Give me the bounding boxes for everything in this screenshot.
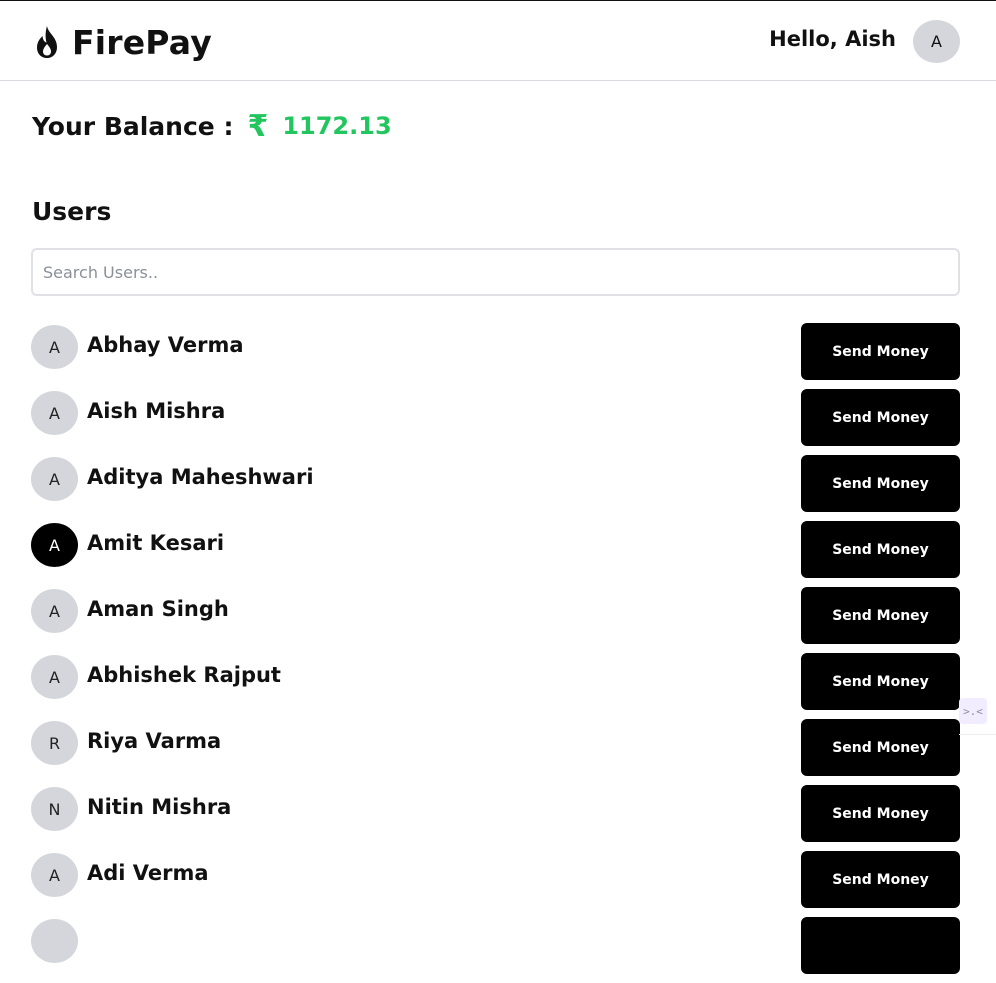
send-money-button[interactable]: Send Money <box>801 587 960 644</box>
user-row-avatar: A <box>31 523 78 567</box>
user-row: R Riya Varma Send Money <box>0 719 996 785</box>
side-divider <box>959 734 996 735</box>
extension-icon[interactable]: >.< <box>959 698 987 724</box>
user-row-avatar: A <box>31 391 78 435</box>
user-row-name: Adi Verma <box>87 861 209 885</box>
user-row <box>0 917 996 983</box>
user-row-name: Amit Kesari <box>87 531 225 555</box>
user-row: A Aish Mishra Send Money <box>0 389 996 455</box>
send-money-button[interactable]: Send Money <box>801 653 960 710</box>
user-row: A Adi Verma Send Money <box>0 851 996 917</box>
send-money-button[interactable]: Send Money <box>801 521 960 578</box>
user-list: A Abhay Verma Send Money A Aish Mishra S… <box>0 1 996 974</box>
user-row-name: Aman Singh <box>87 597 229 621</box>
user-row-name: Abhay Verma <box>87 333 244 357</box>
send-money-button[interactable]: Send Money <box>801 455 960 512</box>
user-row-name: Nitin Mishra <box>87 795 232 819</box>
user-row-name: Aditya Maheshwari <box>87 465 314 489</box>
user-row-avatar: A <box>31 589 78 633</box>
send-money-button[interactable]: Send Money <box>801 389 960 446</box>
send-money-button[interactable] <box>801 917 960 974</box>
user-row-avatar: R <box>31 721 78 765</box>
user-row-avatar: A <box>31 457 78 501</box>
send-money-button[interactable]: Send Money <box>801 851 960 908</box>
user-row: A Abhishek Rajput Send Money <box>0 653 996 719</box>
user-row: A Aman Singh Send Money <box>0 587 996 653</box>
user-row-avatar: A <box>31 655 78 699</box>
user-row-name: Riya Varma <box>87 729 222 753</box>
user-row-name: Abhishek Rajput <box>87 663 281 687</box>
user-row: N Nitin Mishra Send Money <box>0 785 996 851</box>
user-row-avatar: A <box>31 325 78 369</box>
user-row: A Abhay Verma Send Money <box>0 323 996 389</box>
user-row-avatar: A <box>31 853 78 897</box>
send-money-button[interactable]: Send Money <box>801 323 960 380</box>
send-money-button[interactable]: Send Money <box>801 785 960 842</box>
user-row: A Amit Kesari Send Money <box>0 521 996 587</box>
user-row: A Aditya Maheshwari Send Money <box>0 455 996 521</box>
send-money-button[interactable]: Send Money <box>801 719 960 776</box>
user-row-avatar: N <box>31 787 78 831</box>
user-row-avatar <box>31 919 78 963</box>
user-row-name: Aish Mishra <box>87 399 226 423</box>
